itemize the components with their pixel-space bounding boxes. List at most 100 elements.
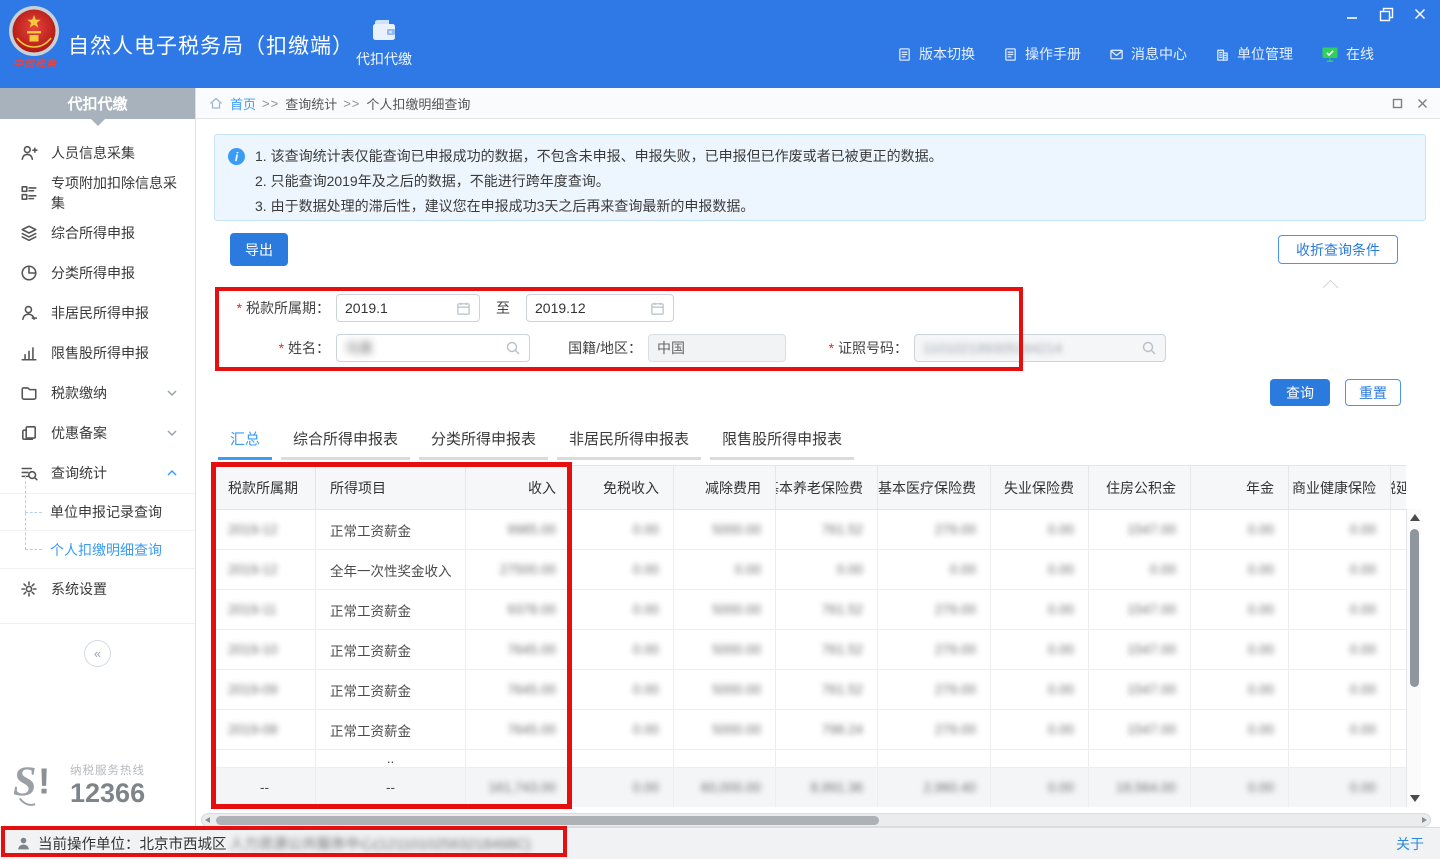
scroll-down-arrow[interactable] bbox=[1410, 795, 1420, 802]
breadcrumb-home[interactable]: 首页 bbox=[230, 94, 256, 113]
scroll-left-arrow[interactable] bbox=[205, 817, 210, 823]
sidebar-item-label: 专项附加扣除信息采集 bbox=[51, 173, 179, 213]
export-button[interactable]: 导出 bbox=[230, 233, 288, 266]
module-tab-daikou[interactable]: 代扣代缴 bbox=[346, 16, 422, 69]
table-cell: 0.00 bbox=[1289, 550, 1391, 589]
tab-综合所得申报表[interactable]: 综合所得申报表 bbox=[281, 426, 410, 460]
table-cell: 0.00 bbox=[1289, 630, 1391, 669]
tab-限售股所得申报表[interactable]: 限售股所得申报表 bbox=[710, 426, 854, 460]
table-row[interactable]: 2019-12正常工资薪金9985.000.005000.00761.52279… bbox=[214, 510, 1406, 550]
column-header: 税延养老保险 bbox=[1391, 466, 1406, 509]
sidebar-item-分类所得申报[interactable]: 分类所得申报 bbox=[0, 253, 195, 293]
sidebar-subitem-个人扣缴明细查询[interactable]: 个人扣缴明细查询 bbox=[0, 531, 195, 568]
table-cell: 正常工资薪金 bbox=[316, 590, 466, 629]
table-row[interactable]: 2019-12全年一次性奖金收入27500.000.000.000.000.00… bbox=[214, 550, 1406, 590]
table-cell bbox=[1089, 750, 1191, 767]
restore-button[interactable] bbox=[1378, 6, 1394, 22]
document-icon bbox=[1003, 47, 1018, 62]
calendar-icon[interactable] bbox=[650, 301, 665, 316]
reset-button[interactable]: 重置 bbox=[1345, 379, 1401, 406]
panel-controls bbox=[1392, 98, 1428, 109]
breadcrumb-item-current: 个人扣缴明细查询 bbox=[366, 94, 470, 113]
calendar-icon[interactable] bbox=[456, 301, 471, 316]
table-cell: 0.00 bbox=[991, 550, 1089, 589]
sidebar-item-label: 税款缴纳 bbox=[51, 383, 107, 403]
sidebar-item-label: 综合所得申报 bbox=[51, 223, 135, 243]
table-cell: 全年一次性奖金收入 bbox=[316, 550, 466, 589]
table-cell: 2019-10 bbox=[214, 630, 316, 669]
minimize-button[interactable] bbox=[1344, 6, 1360, 22]
sidebar-item-label: 分类所得申报 bbox=[51, 263, 135, 283]
header-link-操作手册[interactable]: 操作手册 bbox=[1003, 44, 1081, 64]
table-cell bbox=[1191, 750, 1289, 767]
search-icon[interactable] bbox=[1141, 340, 1157, 356]
panel-close-icon[interactable] bbox=[1417, 98, 1428, 109]
search-icon[interactable] bbox=[505, 340, 521, 356]
table-cell: 0.00 bbox=[991, 768, 1089, 807]
collapse-query-button[interactable]: 收折查询条件 bbox=[1278, 235, 1398, 264]
document-icon bbox=[897, 47, 912, 62]
table-row[interactable]: 2019-08正常工资薪金7645.000.005000.00798.24279… bbox=[214, 710, 1406, 750]
name-input[interactable]: 马某 bbox=[336, 334, 530, 362]
sidebar-item-人员信息采集[interactable]: 人员信息采集 bbox=[0, 133, 195, 173]
horizontal-scrollbar[interactable] bbox=[201, 813, 1431, 827]
horizontal-scroll-thumb[interactable] bbox=[216, 816, 879, 825]
breadcrumb: 首页 >> 查询统计 >> 个人扣缴明细查询 bbox=[196, 88, 1440, 119]
tab-非居民所得申报表[interactable]: 非居民所得申报表 bbox=[557, 426, 701, 460]
sidebar-item-综合所得申报[interactable]: 综合所得申报 bbox=[0, 213, 195, 253]
header-link-版本切换[interactable]: 版本切换 bbox=[897, 44, 975, 64]
table-cell bbox=[214, 750, 316, 767]
period-to-input[interactable]: 2019.12 bbox=[526, 294, 674, 322]
vertical-scroll-thumb[interactable] bbox=[1410, 529, 1419, 687]
tab-汇总[interactable]: 汇总 bbox=[218, 426, 272, 460]
table-cell: 1547.00 bbox=[1089, 590, 1191, 629]
table-cell bbox=[466, 750, 571, 767]
table-cell: 0.00 bbox=[1289, 510, 1391, 549]
table-cell: 正常工资薪金 bbox=[316, 670, 466, 709]
table-cell: 279.00 bbox=[878, 510, 991, 549]
id-number-input[interactable]: 110102199305164214 bbox=[914, 334, 1166, 362]
online-label: 在线 bbox=[1346, 44, 1374, 64]
table-cell bbox=[674, 750, 776, 767]
table-cell: 279.00 bbox=[878, 710, 991, 749]
about-link[interactable]: 关于 bbox=[1396, 834, 1424, 854]
period-from-input[interactable]: 2019.1 bbox=[336, 294, 480, 322]
table-cell: .. bbox=[316, 750, 466, 767]
sidebar-item-优惠备案[interactable]: 优惠备案 bbox=[0, 413, 195, 453]
sidebar-item-非居民所得申报[interactable]: 非居民所得申报 bbox=[0, 293, 195, 333]
nationality-label: 国籍/地区： bbox=[546, 338, 642, 358]
header-link-单位管理[interactable]: 单位管理 bbox=[1215, 44, 1293, 64]
user-icon bbox=[16, 836, 31, 851]
scroll-up-arrow[interactable] bbox=[1410, 514, 1420, 521]
panel-maximize-icon[interactable] bbox=[1392, 98, 1403, 109]
table-cell: 0.00 bbox=[991, 510, 1089, 549]
operator-blurred: 人力资源公共服务中心(12110102563218468C) bbox=[230, 833, 531, 854]
table-row[interactable]: 2019-09正常工资薪金7645.000.005000.00761.52279… bbox=[214, 670, 1406, 710]
sidebar-item-查询统计[interactable]: 查询统计 bbox=[0, 453, 195, 493]
online-status[interactable]: 在线 bbox=[1321, 44, 1374, 64]
nationality-input[interactable]: 中国 bbox=[648, 334, 786, 362]
table-cell: 761.52 bbox=[776, 510, 878, 549]
header-link-消息中心[interactable]: 消息中心 bbox=[1109, 44, 1187, 64]
query-button[interactable]: 查询 bbox=[1270, 379, 1330, 406]
scroll-right-arrow[interactable] bbox=[1422, 817, 1427, 823]
sidebar-subitem-单位申报记录查询[interactable]: 单位申报记录查询 bbox=[0, 494, 195, 531]
sidebar-item-税款缴纳[interactable]: 税款缴纳 bbox=[0, 373, 195, 413]
table-cell: 2019-12 bbox=[214, 510, 316, 549]
tab-分类所得申报表[interactable]: 分类所得申报表 bbox=[419, 426, 548, 460]
close-button[interactable] bbox=[1412, 6, 1428, 22]
sidebar-collapse-button[interactable]: « bbox=[84, 640, 111, 667]
sidebar-item-限售股所得申报[interactable]: 限售股所得申报 bbox=[0, 333, 195, 373]
sidebar-item-专项附加扣除信息采集[interactable]: 专项附加扣除信息采集 bbox=[0, 173, 195, 213]
sidebar-item-系统设置[interactable]: 系统设置 bbox=[0, 569, 195, 609]
table-row[interactable]: 2019-11正常工资薪金9378.000.005000.00761.52279… bbox=[214, 590, 1406, 630]
period-to-label: 至 bbox=[480, 298, 526, 318]
notice-line: 3. 由于数据处理的滞后性，建议您在申报成功3天之后再来查询最新的申报数据。 bbox=[255, 195, 1411, 218]
table-row[interactable]: 2019-10正常工资薪金7645.000.005000.00761.52279… bbox=[214, 630, 1406, 670]
name-label: 姓名： bbox=[196, 338, 330, 358]
table-cell: 9378.00 bbox=[466, 590, 571, 629]
table-cell: 5000.00 bbox=[674, 590, 776, 629]
table-cell: 0.00 bbox=[878, 550, 991, 589]
sidebar-item-label: 人员信息采集 bbox=[51, 143, 135, 163]
vertical-scrollbar[interactable] bbox=[1406, 509, 1421, 807]
